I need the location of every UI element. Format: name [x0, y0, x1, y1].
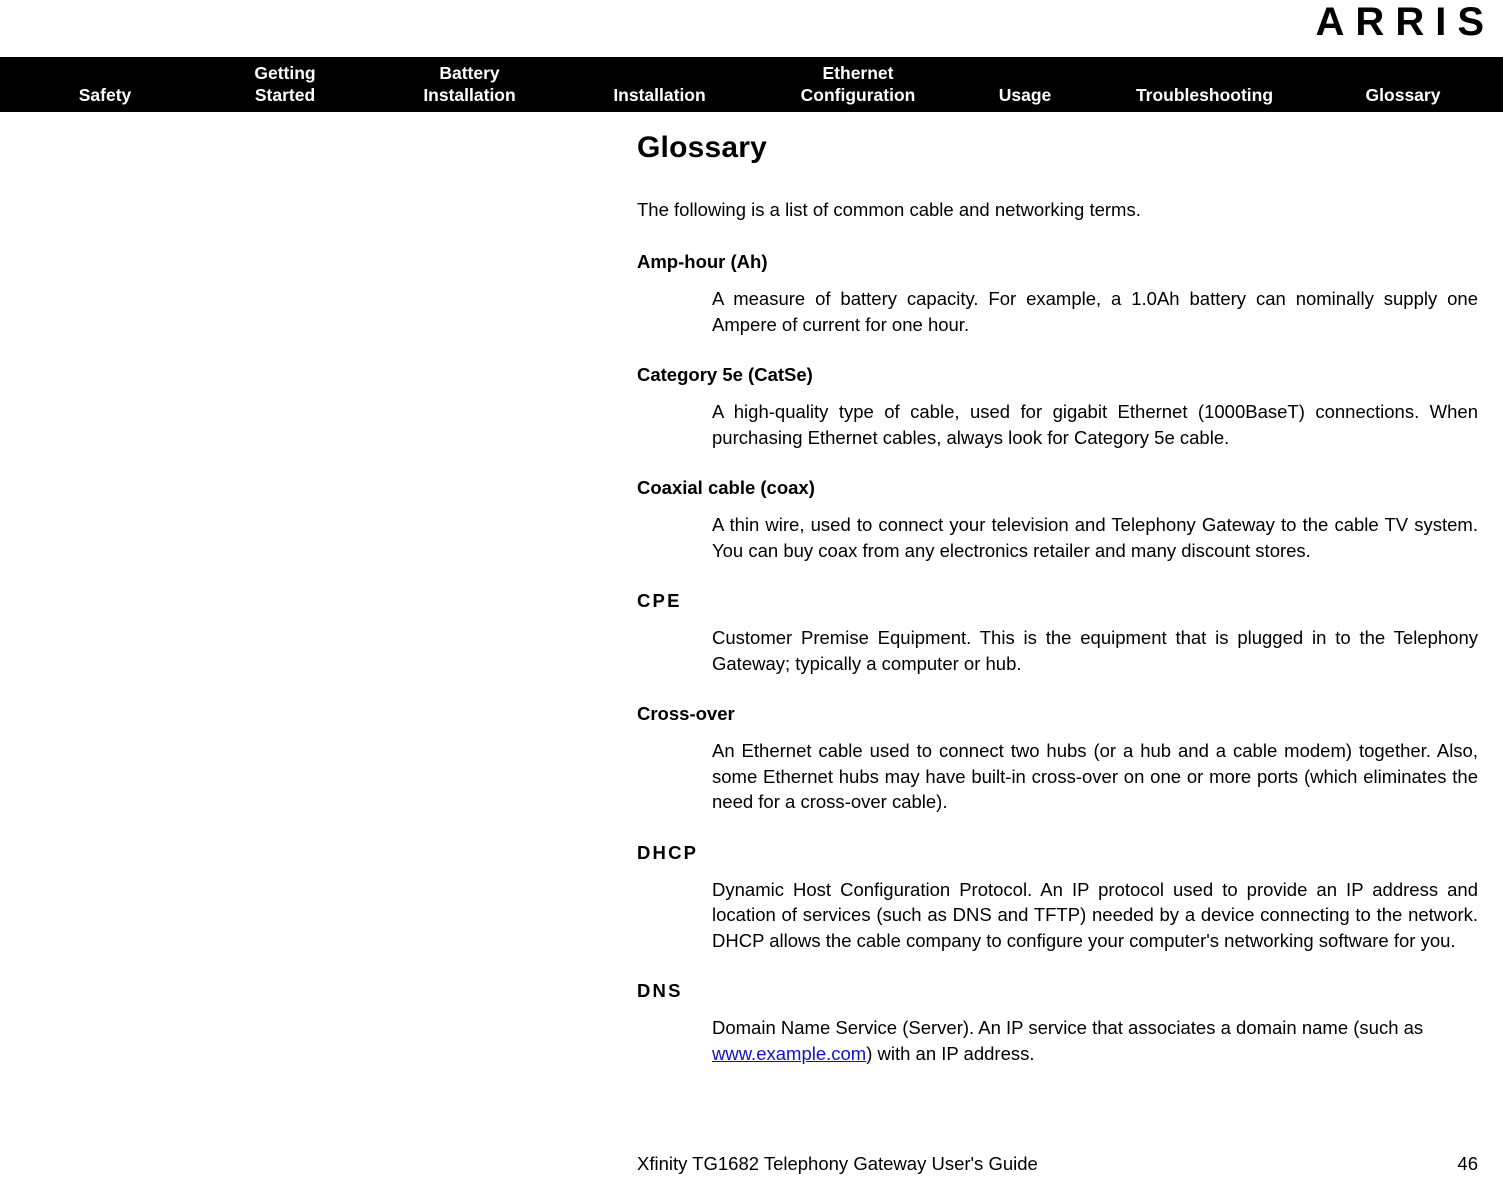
page-title: Glossary	[637, 131, 768, 164]
nav-item-battery-installation[interactable]: Battery Installation	[372, 62, 567, 106]
footer-page-number: 46	[1457, 1153, 1478, 1174]
glossary-definition: A high-quality type of cable, used for g…	[712, 401, 1478, 448]
nav-item-label-line: Installation	[613, 85, 706, 105]
glossary-definition: Customer Premise Equipment. This is the …	[712, 627, 1478, 674]
glossary-definition: A thin wire, used to connect your televi…	[712, 514, 1478, 561]
glossary-term: CPE	[637, 590, 682, 611]
glossary-term: DHCP	[637, 841, 699, 863]
nav-item-label-line	[572, 62, 747, 84]
arris-logo: ARRIS	[1315, 0, 1495, 44]
intro-paragraph: The following is a list of common cable …	[637, 199, 1141, 220]
nav-item-label-line: Usage	[998, 85, 1052, 105]
page-footer: Xfinity TG1682 Telephony Gateway User's …	[637, 1152, 1478, 1176]
nav-item-label-line: Battery	[439, 63, 500, 83]
nav-item-label-line	[1092, 62, 1317, 84]
glossary-term: DNS	[637, 980, 683, 1001]
nav-item-label-line	[1318, 62, 1488, 84]
nav-item-usage[interactable]: Usage	[960, 62, 1090, 106]
nav-item-ethernet-configuration[interactable]: Ethernet Configuration	[748, 62, 968, 106]
glossary-definition: Dynamic Host Configuration Protocol. An …	[712, 878, 1478, 951]
nav-item-label-line: Glossary	[1365, 85, 1441, 105]
nav-item-label-line: Safety	[78, 85, 132, 105]
glossary-definition: Domain Name Service (Server). An IP serv…	[712, 1015, 1478, 1066]
footer-document-title: Xfinity TG1682 Telephony Gateway User's …	[637, 1153, 1038, 1174]
glossary-term: Category 5e (CatSe)	[637, 364, 813, 385]
definition-text-after-link: ) with an IP address.	[866, 1042, 1035, 1064]
glossary-entry-list: Amp-hour (Ah) A measure of battery capaci…	[637, 250, 1478, 1066]
nav-item-troubleshooting[interactable]: Troubleshooting	[1092, 62, 1317, 106]
nav-item-getting-started[interactable]: Getting Started	[210, 62, 360, 106]
nav-item-label-line	[960, 62, 1090, 84]
definition-text-before-link: Domain Name Service (Server). An IP serv…	[712, 1017, 1424, 1038]
glossary-term: Cross-over	[637, 703, 735, 724]
nav-item-safety[interactable]: Safety	[0, 84, 210, 106]
glossary-term: Coaxial cable (coax)	[637, 477, 815, 498]
nav-item-glossary[interactable]: Glossary	[1318, 62, 1488, 106]
glossary-definition: A measure of battery capacity. For examp…	[712, 288, 1478, 335]
nav-item-label-line: Getting	[254, 63, 316, 83]
glossary-term: Amp-hour (Ah)	[637, 251, 768, 272]
nav-item-label-line: Troubleshooting	[1135, 85, 1274, 105]
nav-item-label-line: Installation	[423, 85, 516, 105]
example-domain-link[interactable]: www.example.com	[712, 1043, 866, 1064]
glossary-definition: An Ethernet cable used to connect two hu…	[712, 740, 1478, 812]
nav-item-label-line: Started	[254, 85, 316, 105]
chapter-navigation-bar: Safety Getting Started Battery Installation …	[0, 57, 1503, 112]
nav-item-label-line: Ethernet	[822, 63, 894, 83]
document-content: Glossary The following is a list of comm…	[637, 130, 1478, 1092]
nav-item-label-line: Configuration	[800, 85, 916, 105]
nav-item-installation[interactable]: Installation	[572, 62, 747, 106]
